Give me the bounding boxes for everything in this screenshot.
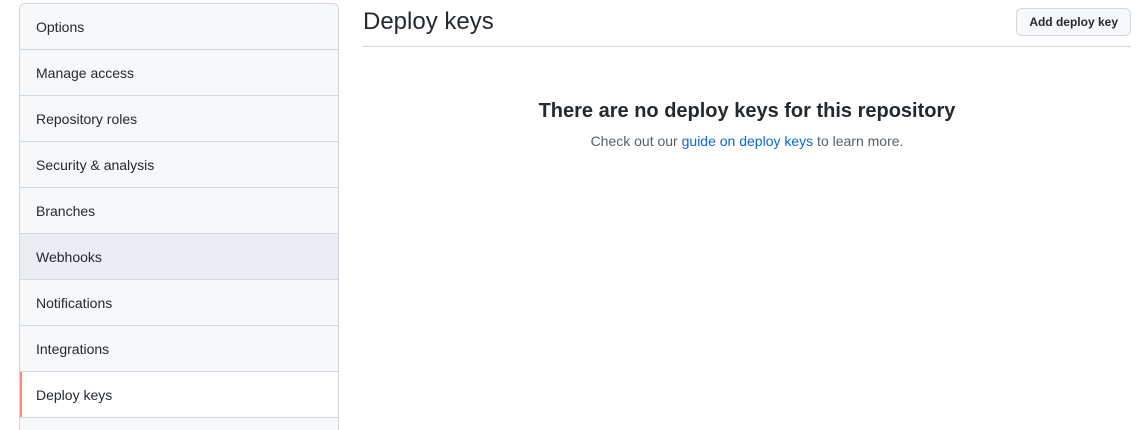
empty-state-text-after: to learn more.	[813, 133, 904, 149]
sidebar-item-next[interactable]	[20, 418, 338, 430]
sidebar-item-manage-access[interactable]: Manage access	[20, 50, 338, 96]
settings-page: Options Manage access Repository roles S…	[0, 0, 1139, 430]
page-header: Deploy keys Add deploy key	[363, 0, 1131, 47]
sidebar-item-branches[interactable]: Branches	[20, 188, 338, 234]
sidebar-item-repository-roles[interactable]: Repository roles	[20, 96, 338, 142]
sidebar-item-label: Integrations	[36, 340, 110, 357]
sidebar-item-label: Branches	[36, 202, 96, 219]
sidebar-item-notifications[interactable]: Notifications	[20, 280, 338, 326]
empty-state-text: Check out our guide on deploy keys to le…	[363, 131, 1131, 151]
main-content: Deploy keys Add deploy key There are no …	[363, 0, 1131, 151]
add-deploy-key-button[interactable]: Add deploy key	[1016, 8, 1131, 36]
page-title: Deploy keys	[363, 8, 494, 35]
sidebar-item-options[interactable]: Options	[20, 4, 338, 50]
empty-state-heading: There are no deploy keys for this reposi…	[538, 100, 956, 122]
sidebar-item-integrations[interactable]: Integrations	[20, 326, 338, 372]
sidebar-item-label: Options	[36, 18, 85, 35]
sidebar-item-label: Repository roles	[36, 110, 138, 127]
sidebar-item-label: Deploy keys	[36, 386, 113, 403]
sidebar-item-webhooks[interactable]: Webhooks	[20, 234, 338, 280]
deploy-keys-guide-link[interactable]: guide on deploy keys	[682, 133, 814, 149]
sidebar-item-deploy-keys[interactable]: Deploy keys	[20, 372, 338, 418]
sidebar-item-label: Webhooks	[36, 248, 102, 265]
sidebar-item-label: Security & analysis	[36, 156, 155, 173]
sidebar-item-label: Manage access	[36, 64, 135, 81]
settings-sidebar: Options Manage access Repository roles S…	[19, 3, 339, 430]
sidebar-item-label: Notifications	[36, 294, 113, 311]
empty-state-text-before: Check out our	[590, 133, 682, 149]
empty-state: There are no deploy keys for this reposi…	[363, 47, 1131, 151]
sidebar-item-security-analysis[interactable]: Security & analysis	[20, 142, 338, 188]
